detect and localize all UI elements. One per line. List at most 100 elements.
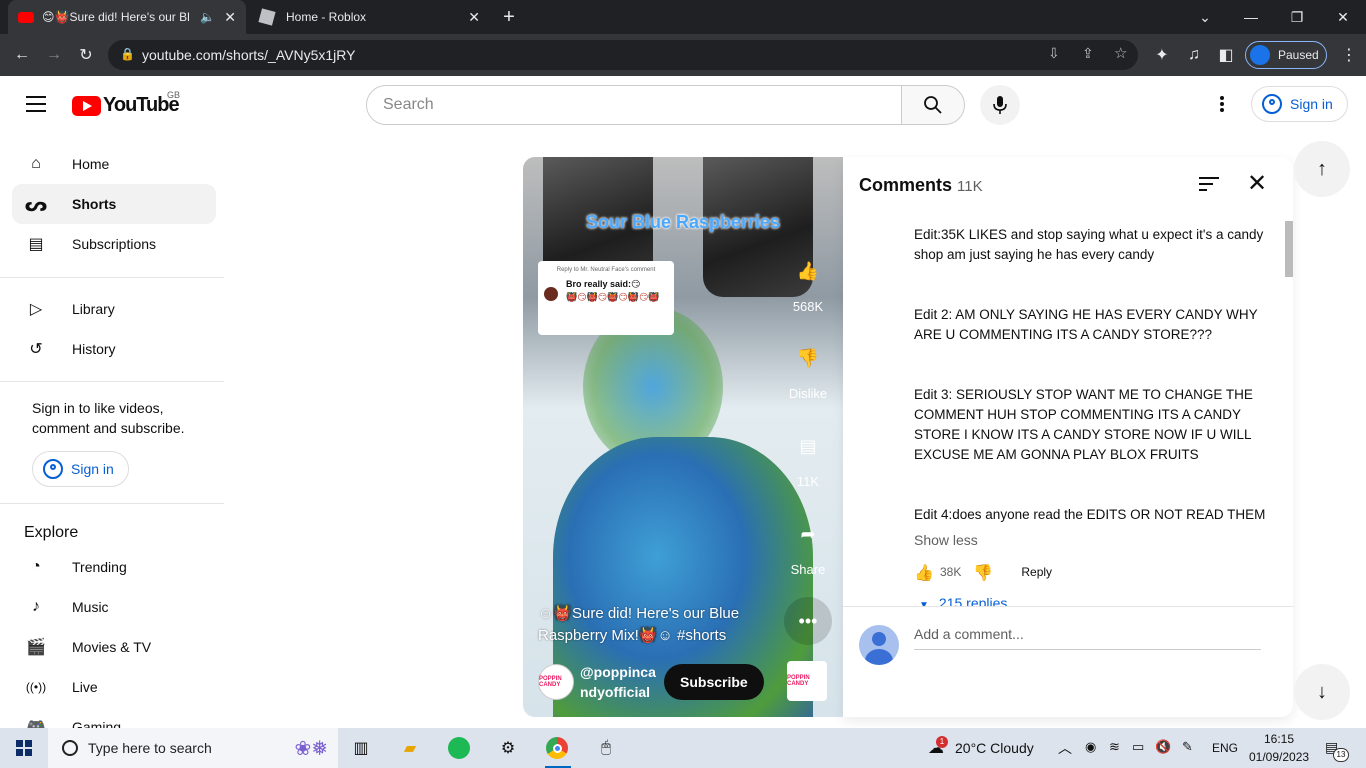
comments-heading: Comments	[859, 175, 953, 195]
camera-icon[interactable]: ◉	[1085, 739, 1096, 755]
previous-short-button[interactable]: ↑	[1294, 141, 1350, 197]
back-icon[interactable]: ←	[9, 42, 35, 68]
language-indicator[interactable]: ENG	[1212, 741, 1238, 755]
install-icon[interactable]: ⇩	[1048, 45, 1060, 62]
settings-gear-icon[interactable]: ⚙	[496, 736, 520, 760]
add-comment-input[interactable]: Add a comment...	[914, 626, 1261, 650]
file-explorer-icon[interactable]: ▰	[398, 736, 422, 760]
spotify-icon[interactable]	[447, 736, 471, 760]
channel-thumbnail[interactable]: POPPIN CANDY	[787, 661, 827, 701]
sidebar-item-subscriptions[interactable]: ▤ Subscriptions	[12, 224, 216, 264]
task-view-icon[interactable]: ▥	[349, 736, 373, 760]
sidebar-item-music[interactable]: ♪ Music	[12, 587, 216, 627]
share-button[interactable]: ➦ Share	[778, 510, 838, 578]
share-icon[interactable]: ⇪	[1082, 45, 1094, 62]
sidebar-item-label: Live	[72, 679, 98, 695]
youtube-logo[interactable]: YouTube GB	[72, 90, 180, 117]
tab-youtube[interactable]: 😊👹Sure did! Here's our Bl 🔈 ✕	[8, 0, 246, 34]
reply-button[interactable]: Reply	[1021, 565, 1052, 579]
windows-start-icon[interactable]	[12, 736, 36, 760]
profile-button[interactable]: Paused	[1245, 41, 1327, 69]
masthead: YouTube GB Search Sign in	[0, 76, 1366, 132]
close-tab-icon[interactable]: ✕	[468, 9, 480, 26]
sort-icon[interactable]	[1199, 177, 1219, 193]
sidebar-divider	[0, 277, 224, 278]
new-tab-icon[interactable]: +	[496, 0, 522, 34]
tab-title: Home - Roblox	[286, 10, 367, 24]
thumbs-up-icon[interactable]: 👍	[914, 563, 934, 582]
sidebar-item-home[interactable]: ⌂ Home	[12, 144, 216, 184]
user-icon	[1262, 94, 1282, 114]
battery-icon[interactable]: ▭	[1132, 739, 1144, 755]
browser-tab-strip: 😊👹Sure did! Here's our Bl 🔈 ✕ Home - Rob…	[0, 0, 1366, 34]
search-button[interactable]	[901, 85, 965, 125]
reload-icon[interactable]: ↻	[73, 42, 99, 68]
lock-icon: 🔒	[120, 47, 135, 61]
restore-icon[interactable]: ❐	[1274, 0, 1320, 34]
clock-date[interactable]: 01/09/2023	[1249, 750, 1309, 764]
settings-menu-icon[interactable]	[1212, 94, 1232, 114]
tab-roblox[interactable]: Home - Roblox ✕	[250, 0, 490, 34]
pen-icon[interactable]: ✎	[1182, 739, 1193, 755]
home-icon: ⌂	[31, 155, 41, 172]
sidebar-item-gaming[interactable]: 🎮 Gaming	[12, 707, 216, 728]
forward-icon[interactable]: →	[41, 42, 67, 68]
gaming-icon: 🎮	[26, 719, 46, 728]
side-panel-icon[interactable]: ◧	[1213, 42, 1239, 68]
sidebar-item-shorts[interactable]: ᔕ Shorts	[12, 184, 216, 224]
profile-status: Paused	[1278, 48, 1319, 62]
arrow-down-icon: ↓	[1317, 680, 1327, 703]
comment-text: Edit:35K LIKES and stop saying what u ex…	[914, 225, 1284, 529]
media-control-icon[interactable]: ♫	[1181, 42, 1207, 68]
close-tab-icon[interactable]: ✕	[224, 9, 236, 26]
close-window-icon[interactable]: ✕	[1320, 0, 1366, 34]
voice-search-button[interactable]	[980, 85, 1020, 125]
close-icon[interactable]: ✕	[1246, 172, 1268, 196]
masthead-sign-in-button[interactable]: Sign in	[1251, 86, 1348, 122]
sidebar-item-history[interactable]: ↺ History	[12, 329, 216, 369]
comments-scrollbar[interactable]	[1285, 221, 1293, 277]
thumbs-down-icon[interactable]: 👎	[973, 563, 993, 582]
taskbar-search-input[interactable]: Type here to search ❀❅	[48, 728, 338, 768]
dislike-button[interactable]: 👎 Dislike	[778, 334, 838, 402]
channel-avatar[interactable]: POPPIN CANDY	[538, 664, 574, 700]
wifi-icon[interactable]: ≋	[1109, 739, 1120, 755]
sidebar: ⌂ Home ᔕ Shorts ▤ Subscriptions ▷ Librar…	[0, 132, 224, 728]
like-count: 568K	[792, 299, 824, 314]
sidebar-item-label: History	[72, 341, 116, 357]
search-input[interactable]: Search	[366, 85, 902, 125]
subscribe-button[interactable]: Subscribe	[664, 664, 764, 700]
taskbar: Type here to search ❀❅ ▥ ▰ ⚙ 🖱 ☁ 1 20°C …	[0, 728, 1366, 768]
browser-toolbar: ← → ↻ 🔒 youtube.com/shorts/_AVNy5x1jRY ⇩…	[0, 34, 1366, 76]
more-actions-button[interactable]: •••	[778, 597, 838, 649]
sidebar-item-trending[interactable]: ◔ Trending	[12, 547, 216, 587]
tray-chevron-icon[interactable]: ︿	[1058, 738, 1072, 758]
weather-text[interactable]: 20°C Cloudy	[955, 740, 1034, 756]
tab-search-icon[interactable]: ⌄	[1182, 0, 1228, 34]
show-less-button[interactable]: Show less	[914, 532, 978, 548]
arrow-up-icon: ↑	[1317, 157, 1327, 180]
shorts-video-player[interactable]: Sour Blue Raspberries Reply to Mr. Neutr…	[523, 157, 843, 717]
bookmark-star-icon[interactable]: ☆	[1114, 44, 1127, 62]
chrome-menu-icon[interactable]: ⋮	[1336, 42, 1362, 68]
sign-in-prompt: Sign in to like videos, comment and subs…	[32, 400, 185, 436]
sidebar-item-library[interactable]: ▷ Library	[12, 289, 216, 329]
comments-button[interactable]: ▤ 11K	[778, 422, 838, 490]
sidebar-item-live[interactable]: ((•)) Live	[12, 667, 216, 707]
sidebar-item-movies[interactable]: 🎬 Movies & TV	[12, 627, 216, 667]
channel-name[interactable]: @poppincandyofficial	[580, 662, 662, 702]
youtube-play-icon	[72, 95, 101, 116]
clock-time[interactable]: 16:15	[1264, 732, 1294, 746]
speaker-icon[interactable]: 🔈	[200, 10, 215, 24]
chrome-icon[interactable]	[545, 736, 569, 760]
next-short-button[interactable]: ↓	[1294, 664, 1350, 720]
like-button[interactable]: 👍 568K	[778, 247, 838, 315]
mouse-app-icon[interactable]: 🖱	[594, 736, 618, 760]
sidebar-sign-in-button[interactable]: Sign in	[32, 451, 129, 487]
guide-menu-icon[interactable]	[26, 96, 46, 112]
volume-muted-icon[interactable]: 🔇	[1155, 739, 1171, 755]
address-bar[interactable]: 🔒 youtube.com/shorts/_AVNy5x1jRY ⇩ ⇪ ☆	[108, 40, 1138, 70]
minimize-icon[interactable]: —	[1228, 0, 1274, 34]
extensions-icon[interactable]: ✦	[1149, 42, 1175, 68]
notification-count: 13	[1333, 748, 1349, 762]
